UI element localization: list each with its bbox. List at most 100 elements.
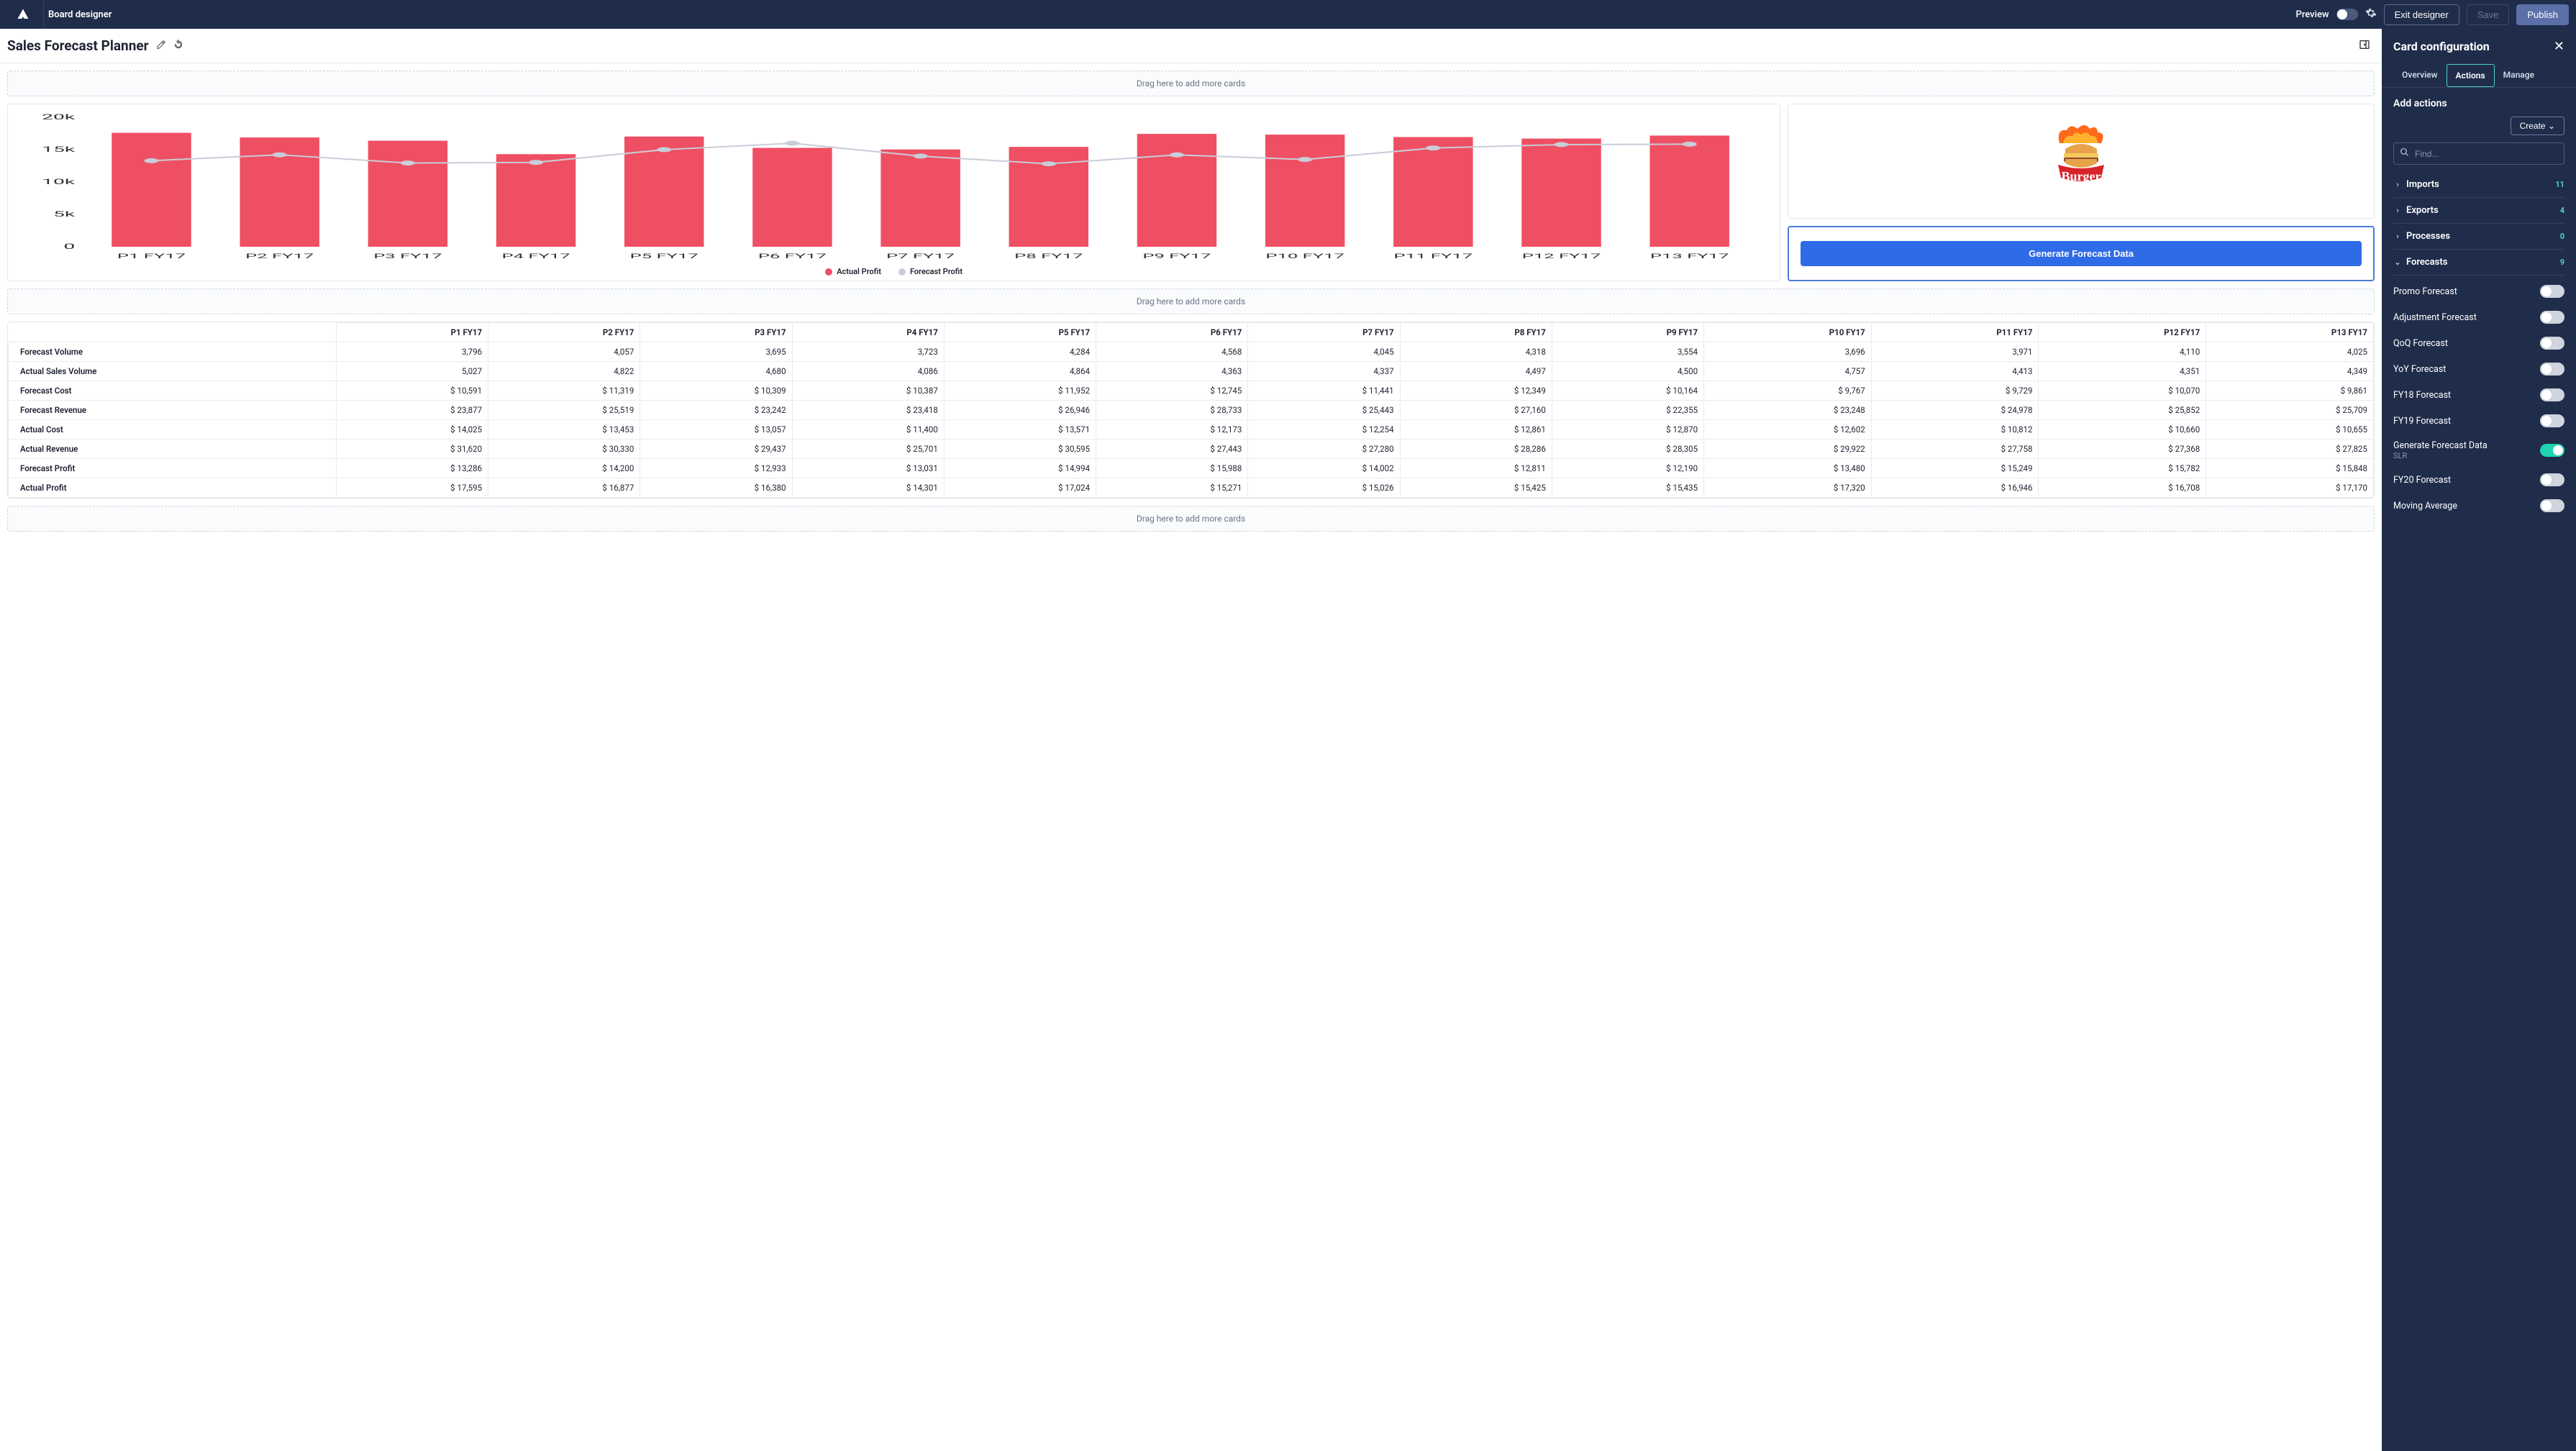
table-cell[interactable]: 4,500 xyxy=(1552,362,1703,381)
table-cell[interactable]: 4,413 xyxy=(1871,362,2039,381)
table-cell[interactable]: $ 12,870 xyxy=(1552,420,1703,440)
table-cell[interactable]: $ 9,729 xyxy=(1871,381,2039,401)
table-cell[interactable]: $ 15,848 xyxy=(2206,459,2374,478)
accordion-item[interactable]: ⌄Forecasts9 xyxy=(2393,250,2564,276)
table-cell[interactable]: 4,284 xyxy=(944,342,1096,362)
table-cell[interactable]: $ 9,861 xyxy=(2206,381,2374,401)
table-cell[interactable]: $ 27,825 xyxy=(2206,440,2374,459)
table-cell[interactable]: 4,086 xyxy=(792,362,944,381)
table-cell[interactable]: $ 13,057 xyxy=(640,420,792,440)
table-cell[interactable]: $ 27,368 xyxy=(2039,440,2206,459)
table-cell[interactable]: $ 26,946 xyxy=(944,401,1096,420)
accordion-item[interactable]: ›Exports4 xyxy=(2393,198,2564,224)
table-cell[interactable]: 4,822 xyxy=(488,362,640,381)
table-cell[interactable]: 5,027 xyxy=(336,362,488,381)
forecast-toggle[interactable] xyxy=(2540,444,2564,457)
settings-gear-icon[interactable] xyxy=(2365,7,2377,22)
table-cell[interactable]: 4,337 xyxy=(1248,362,1400,381)
table-cell[interactable]: 4,680 xyxy=(640,362,792,381)
drop-zone-top[interactable]: Drag here to add more cards xyxy=(7,70,2375,96)
table-cell[interactable]: $ 15,988 xyxy=(1096,459,1248,478)
data-table-card[interactable]: P1 FY17P2 FY17P3 FY17P4 FY17P5 FY17P6 FY… xyxy=(7,322,2375,499)
chart-card[interactable]: 05k10k15k20kP1 FY17P2 FY17P3 FY17P4 FY17… xyxy=(7,104,1780,281)
table-cell[interactable]: $ 23,248 xyxy=(1704,401,1872,420)
table-cell[interactable]: $ 10,591 xyxy=(336,381,488,401)
table-cell[interactable]: $ 29,437 xyxy=(640,440,792,459)
table-cell[interactable]: 4,057 xyxy=(488,342,640,362)
table-cell[interactable]: $ 13,031 xyxy=(792,459,944,478)
table-cell[interactable]: $ 30,330 xyxy=(488,440,640,459)
table-cell[interactable]: 4,864 xyxy=(944,362,1096,381)
table-cell[interactable]: $ 12,602 xyxy=(1704,420,1872,440)
edit-icon[interactable] xyxy=(156,40,166,53)
exit-designer-button[interactable]: Exit designer xyxy=(2384,4,2459,25)
table-cell[interactable]: 4,318 xyxy=(1400,342,1552,362)
table-cell[interactable]: 4,045 xyxy=(1248,342,1400,362)
table-cell[interactable]: $ 28,286 xyxy=(1400,440,1552,459)
table-cell[interactable]: $ 23,418 xyxy=(792,401,944,420)
table-cell[interactable]: $ 13,571 xyxy=(944,420,1096,440)
refresh-icon[interactable] xyxy=(173,40,183,53)
table-cell[interactable]: 3,695 xyxy=(640,342,792,362)
table-cell[interactable]: 3,554 xyxy=(1552,342,1703,362)
table-cell[interactable]: $ 17,024 xyxy=(944,478,1096,498)
table-cell[interactable]: $ 16,946 xyxy=(1871,478,2039,498)
tab-manage[interactable]: Manage xyxy=(2495,64,2543,87)
publish-button[interactable]: Publish xyxy=(2516,4,2569,25)
table-cell[interactable]: $ 12,933 xyxy=(640,459,792,478)
table-cell[interactable]: 3,971 xyxy=(1871,342,2039,362)
table-cell[interactable]: $ 13,453 xyxy=(488,420,640,440)
table-cell[interactable]: $ 11,400 xyxy=(792,420,944,440)
forecast-toggle[interactable] xyxy=(2540,337,2564,350)
forecast-toggle[interactable] xyxy=(2540,499,2564,512)
table-cell[interactable]: $ 15,435 xyxy=(1552,478,1703,498)
table-cell[interactable]: $ 17,320 xyxy=(1704,478,1872,498)
table-cell[interactable]: 4,025 xyxy=(2206,342,2374,362)
search-box[interactable] xyxy=(2393,142,2564,165)
table-cell[interactable]: $ 11,319 xyxy=(488,381,640,401)
accordion-item[interactable]: ›Processes0 xyxy=(2393,224,2564,250)
generate-forecast-button[interactable]: Generate Forecast Data xyxy=(1801,241,2362,266)
table-cell[interactable]: 4,351 xyxy=(2039,362,2206,381)
table-cell[interactable]: $ 31,620 xyxy=(336,440,488,459)
table-cell[interactable]: $ 12,861 xyxy=(1400,420,1552,440)
table-cell[interactable]: 3,723 xyxy=(792,342,944,362)
table-cell[interactable]: 4,757 xyxy=(1704,362,1872,381)
table-cell[interactable]: $ 17,595 xyxy=(336,478,488,498)
table-cell[interactable]: $ 10,070 xyxy=(2039,381,2206,401)
table-cell[interactable]: $ 10,655 xyxy=(2206,420,2374,440)
table-cell[interactable]: $ 9,767 xyxy=(1704,381,1872,401)
table-cell[interactable]: $ 14,025 xyxy=(336,420,488,440)
tab-overview[interactable]: Overview xyxy=(2393,64,2447,87)
forecast-toggle[interactable] xyxy=(2540,473,2564,486)
table-cell[interactable]: $ 14,002 xyxy=(1248,459,1400,478)
table-cell[interactable]: 4,110 xyxy=(2039,342,2206,362)
action-card[interactable]: Generate Forecast Data xyxy=(1788,226,2375,281)
table-cell[interactable]: 3,796 xyxy=(336,342,488,362)
table-cell[interactable]: $ 15,026 xyxy=(1248,478,1400,498)
table-cell[interactable]: 4,363 xyxy=(1096,362,1248,381)
table-cell[interactable]: $ 15,782 xyxy=(2039,459,2206,478)
table-cell[interactable]: $ 27,280 xyxy=(1248,440,1400,459)
search-input[interactable] xyxy=(2415,149,2558,159)
table-cell[interactable]: 3,696 xyxy=(1704,342,1872,362)
table-cell[interactable]: $ 16,380 xyxy=(640,478,792,498)
table-cell[interactable]: $ 12,190 xyxy=(1552,459,1703,478)
table-cell[interactable]: $ 24,978 xyxy=(1871,401,2039,420)
table-cell[interactable]: $ 30,595 xyxy=(944,440,1096,459)
table-cell[interactable]: $ 12,745 xyxy=(1096,381,1248,401)
table-cell[interactable]: $ 16,877 xyxy=(488,478,640,498)
accordion-item[interactable]: ›Imports11 xyxy=(2393,172,2564,198)
table-cell[interactable]: $ 10,309 xyxy=(640,381,792,401)
forecast-toggle[interactable] xyxy=(2540,285,2564,298)
table-cell[interactable]: $ 23,242 xyxy=(640,401,792,420)
table-cell[interactable]: $ 15,271 xyxy=(1096,478,1248,498)
panel-toggle-icon[interactable] xyxy=(2359,39,2370,53)
table-cell[interactable]: $ 15,425 xyxy=(1400,478,1552,498)
table-cell[interactable]: 4,568 xyxy=(1096,342,1248,362)
table-cell[interactable]: $ 17,170 xyxy=(2206,478,2374,498)
drop-zone-mid[interactable]: Drag here to add more cards xyxy=(7,288,2375,314)
app-logo[interactable] xyxy=(14,6,32,23)
table-cell[interactable]: 4,497 xyxy=(1400,362,1552,381)
table-cell[interactable]: $ 14,200 xyxy=(488,459,640,478)
